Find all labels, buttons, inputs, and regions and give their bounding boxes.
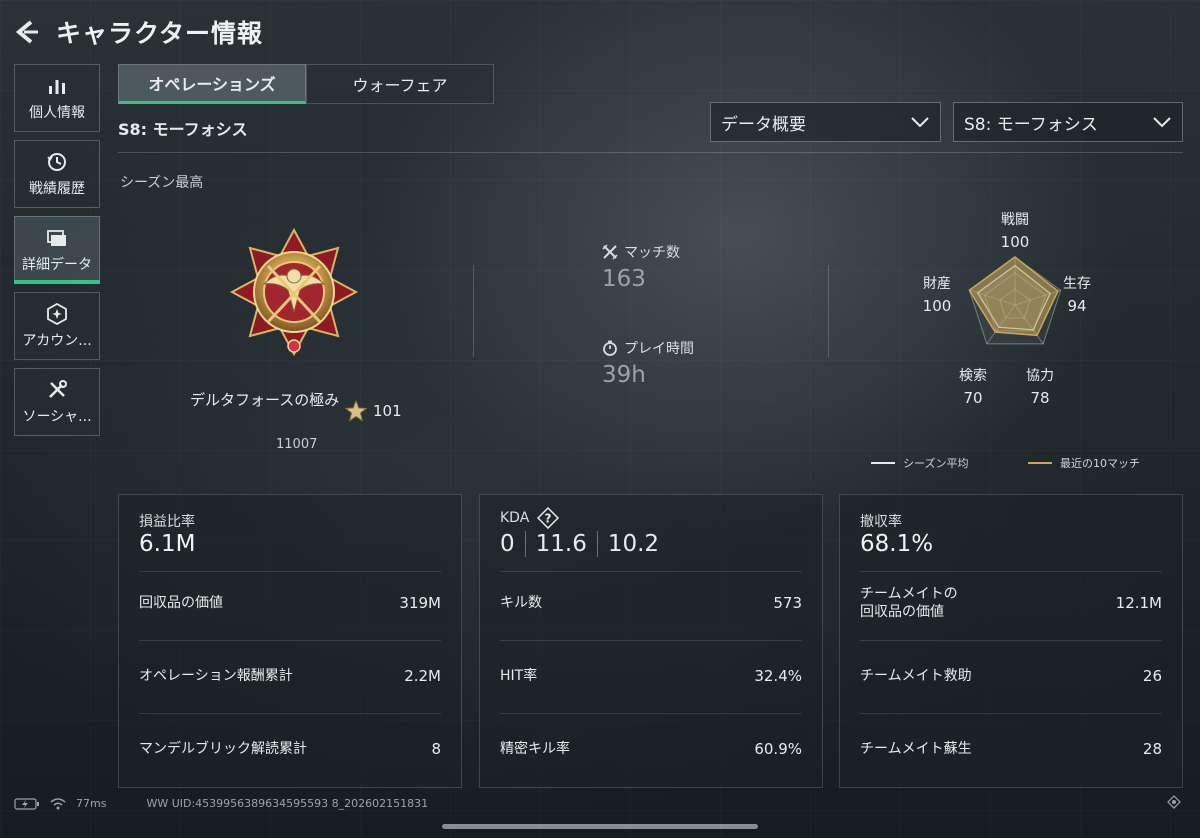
extract-card: 撤収率 68.1% チームメイトの 回収品の価値 12.1M チームメイト救助 26…: [839, 494, 1183, 788]
match-count-value: 163: [602, 266, 646, 292]
star-icon: [345, 400, 367, 422]
rank-name: デルタフォースの極み: [190, 391, 340, 409]
stat-row: マンデルブリック解読累計 8: [139, 740, 441, 758]
radar-label-survival: 生存 94: [1063, 276, 1091, 315]
sidebar-item-social[interactable]: ソーシャ...: [14, 368, 100, 436]
chevron-down-icon: [1153, 117, 1171, 128]
radar-label-combat: 戦闘 100: [1000, 212, 1030, 251]
legend-swatch: [1028, 462, 1052, 464]
ping-value: 77ms: [76, 797, 107, 810]
help-icon[interactable]: ?: [537, 507, 560, 529]
extract-title: 撤収率: [860, 514, 902, 530]
crossed-swords-icon: [602, 244, 618, 260]
history-clock-icon: [45, 150, 69, 174]
kda-values: 0 11.6 10.2: [500, 531, 659, 557]
home-indicator[interactable]: [442, 824, 758, 829]
uid-text: WW UID:4539956389634595593 8_20260215183…: [146, 797, 429, 810]
stat-row: キル数 573: [500, 594, 802, 612]
tools-icon: [45, 378, 69, 402]
folders-icon: [45, 226, 69, 250]
data-type-value: データ概要: [721, 114, 806, 135]
playtime-label: プレイ時間: [624, 341, 694, 357]
legend-recent10: 最近の10マッチ: [1028, 455, 1140, 471]
season-title: S8: モーフォシス: [118, 120, 248, 139]
playtime-value: 39h: [602, 362, 646, 388]
season-value: S8: モーフォシス: [964, 114, 1098, 135]
data-type-dropdown[interactable]: データ概要: [710, 102, 941, 142]
stopwatch-icon: [603, 340, 617, 356]
sidebar: 個人情報 戦績履歴 詳細データ アカウン... ソーシャ...: [14, 64, 100, 444]
page-title: キャラクター情報: [56, 19, 264, 48]
kda-card: KDA ? 0 11.6 10.2 キル数 573 HIT率 32.4% 精密キル率…: [479, 494, 823, 788]
legend-season-avg: シーズン平均: [871, 455, 968, 471]
network-status-icon: [1167, 795, 1181, 809]
stat-row: 回収品の価値 319M: [139, 594, 441, 612]
kda-d: 11.6: [535, 531, 587, 557]
profit-card: 損益比率 6.1M 回収品の価値 319M オペレーション報酬累計 2.2M マンデ…: [118, 494, 462, 788]
sidebar-item-account[interactable]: アカウン...: [14, 292, 100, 360]
divider: [828, 265, 829, 357]
wifi-icon: [50, 797, 66, 809]
section-label: シーズン最高: [120, 175, 204, 191]
match-count-stat: マッチ数 163: [602, 242, 680, 292]
stat-row: チームメイトの 回収品の価値 12.1M: [860, 586, 1162, 620]
legend-swatch: [871, 462, 895, 464]
stat-row: チームメイト蘇生 28: [860, 740, 1162, 758]
svg-text:?: ?: [545, 512, 552, 526]
match-count-label: マッチ数: [624, 245, 680, 261]
rank-points: 11007: [276, 437, 318, 452]
profit-value: 6.1M: [139, 531, 196, 557]
sidebar-item-details[interactable]: 詳細データ: [14, 216, 100, 284]
radar-label-coop: 協力 78: [1026, 368, 1054, 407]
stat-row: オペレーション報酬累計 2.2M: [139, 667, 441, 685]
header: キャラクター情報: [14, 14, 263, 50]
sidebar-item-history[interactable]: 戦績履歴: [14, 140, 100, 208]
kda-k: 0: [500, 531, 515, 557]
tab-operations[interactable]: オペレーションズ: [118, 64, 306, 104]
radar-label-assets: 財産 100: [922, 276, 952, 315]
kda-a: 10.2: [607, 531, 660, 557]
account-badge-icon: [45, 302, 69, 326]
divider: [596, 531, 598, 557]
sidebar-item-profile[interactable]: 個人情報: [14, 64, 100, 132]
back-button[interactable]: [14, 19, 40, 45]
profit-title: 損益比率: [139, 514, 195, 530]
bar-chart-icon: [45, 74, 69, 98]
stat-row: 精密キル率 60.9%: [500, 740, 802, 758]
kda-title: KDA ?: [500, 507, 560, 529]
extract-value: 68.1%: [860, 531, 934, 557]
status-footer: 77ms WW UID:4539956389634595593 8_202602…: [14, 797, 438, 810]
divider: [473, 265, 474, 357]
stat-row: チームメイト救助 26: [860, 667, 1162, 685]
divider: [524, 531, 526, 557]
season-dropdown[interactable]: S8: モーフォシス: [953, 102, 1183, 142]
chevron-down-icon: [911, 117, 929, 128]
radar-chart: 戦闘 100 生存 94 協力 78 検索 70 財産 100: [915, 205, 1115, 415]
rank-medal-icon: [228, 226, 360, 376]
battery-icon: [14, 797, 39, 810]
mode-tabs: オペレーションズ ウォーフェア: [118, 64, 494, 104]
back-arrow-icon: [15, 20, 38, 44]
tab-warfare[interactable]: ウォーフェア: [306, 64, 494, 104]
radar-label-search: 検索 70: [959, 368, 987, 407]
rank-stars: 101: [345, 400, 402, 422]
playtime-stat: プレイ時間 39h: [602, 338, 694, 388]
divider: [118, 152, 1183, 153]
stat-row: HIT率 32.4%: [500, 667, 802, 685]
